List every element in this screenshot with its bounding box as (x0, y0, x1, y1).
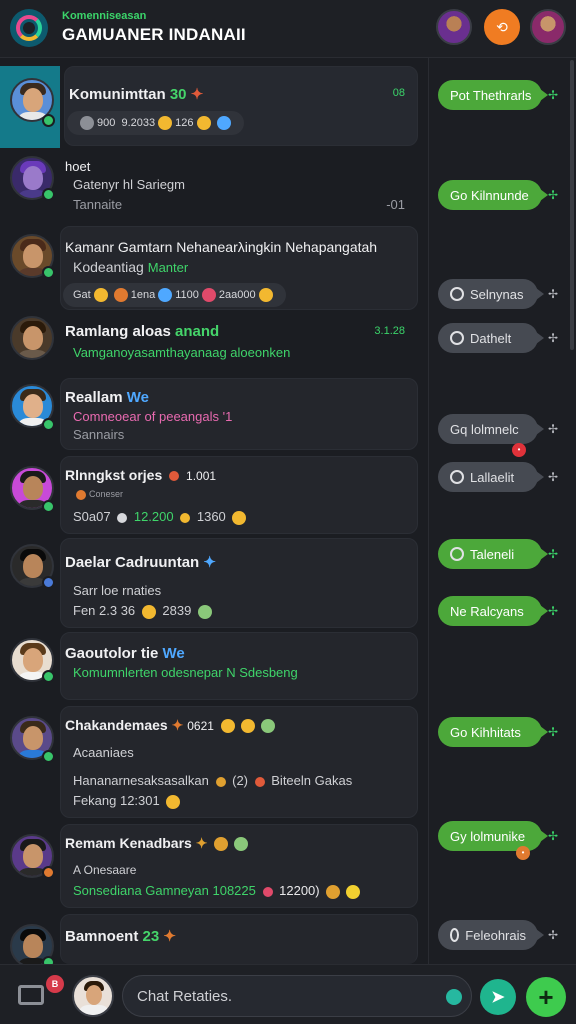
header-title: GAMUANER INDANAII (62, 25, 246, 44)
chat-name: Gaoutolor tie (65, 645, 159, 662)
reply-icon[interactable]: ✢ (548, 331, 558, 345)
chat-row[interactable]: Ramlang aloas anand 3.1.28 Vamganoyasamt… (0, 316, 424, 374)
profile-avatar-1[interactable] (436, 9, 472, 45)
chat-name: Rlnngkst orjes (65, 467, 163, 483)
unread-badge: B (46, 975, 64, 993)
verified-check-icon (42, 500, 55, 513)
chat-name-tag: We (126, 389, 149, 406)
chat-name-tag: anand (175, 323, 220, 340)
inbox-icon[interactable] (18, 985, 44, 1005)
verified-check-icon (42, 114, 55, 127)
chat-preview: Sannairs (73, 427, 125, 442)
notification-badge: • (512, 443, 526, 457)
reply-icon[interactable]: ✢ (548, 928, 558, 942)
scrollbar[interactable] (570, 60, 574, 350)
status-icon (42, 866, 55, 879)
quick-reply-pill[interactable]: Dathelt (438, 323, 544, 353)
reply-icon[interactable]: ✢ (548, 88, 558, 102)
chat-name-tag: We (162, 645, 185, 662)
chat-row[interactable]: Komunimttan 30 ✦ 08 900 9.2033 126 (0, 64, 424, 148)
chat-preview: Komumnlerten odesnepar N Sdesbeng (73, 665, 298, 680)
chat-name-tag: 30 (169, 86, 187, 103)
chat-preview: Comneoear of peeangals '1 (73, 409, 233, 424)
notification-badge: • (516, 846, 530, 860)
chat-row[interactable]: Kamanr Gamtarn Nehanearλingkin Nehapanga… (0, 226, 424, 312)
chat-name-tag: 0621 (187, 719, 214, 733)
chat-name: Komunimttan (69, 86, 166, 103)
emoji-icon[interactable] (446, 989, 462, 1005)
avatar[interactable] (72, 975, 114, 1017)
chat-row[interactable]: Reallam We Comneoear of peeangals '1 San… (0, 378, 424, 450)
quick-reply-pill[interactable]: Pot Thethrarls (438, 80, 548, 110)
reply-icon[interactable]: ✢ (548, 725, 558, 739)
avatar (10, 316, 54, 360)
chat-row[interactable]: hoet Gatenyr hl Sariegm Tannaite -01 (0, 150, 424, 226)
quick-reply-pill[interactable]: Go Kilnnunde (438, 180, 548, 210)
quick-reply-pill[interactable]: Selnynas (438, 279, 544, 309)
quick-reply-pill[interactable]: Lallaelit (438, 462, 544, 492)
chat-time: 3.1.28 (374, 325, 405, 337)
verified-check-icon (42, 266, 55, 279)
chat-preview: Acaaniaes (73, 745, 134, 760)
chat-preview: A Onesaare (73, 863, 137, 877)
verified-check-icon (42, 670, 55, 683)
verified-check-icon (42, 750, 55, 763)
chat-name: Bamnoent (65, 928, 139, 945)
header-subtitle: Komenniseasan (62, 10, 147, 22)
share-icon[interactable]: ⟲ (484, 9, 520, 45)
status-icon (42, 576, 55, 589)
chat-name: Ramlang aloas (65, 323, 171, 340)
quick-reply-pill[interactable]: Go Kihhitats (438, 717, 548, 747)
chat-preview: Vamganoyasamthayanaag aloeonken (73, 345, 291, 360)
chat-name-tag: 1.001 (186, 469, 217, 483)
plus-icon[interactable]: + (526, 977, 566, 1017)
chat-row[interactable]: Remam Kenadbars ✦ A Onesaare Sonsediana … (0, 824, 424, 910)
chat-row[interactable]: Rlnngkst orjes 1.001 Coneser S0a07 12.20… (0, 456, 424, 536)
chat-name: Chakandemaes (65, 717, 168, 733)
chat-preview: Coneser (89, 489, 124, 499)
reply-icon[interactable]: ✢ (548, 287, 558, 301)
profile-avatar-2[interactable] (530, 9, 566, 45)
quick-reply-pill[interactable]: Ne Ralcyans (438, 596, 548, 626)
reply-icon[interactable]: ✢ (548, 547, 558, 561)
send-icon[interactable]: ➤ (480, 979, 516, 1015)
chat-name-tag: 23 (142, 928, 160, 945)
chat-preview: Sarr loe rnaties (73, 583, 162, 598)
reply-icon[interactable]: ✢ (548, 829, 558, 843)
chat-row[interactable]: Gaoutolor tie We Komumnlerten odesnepar … (0, 632, 424, 702)
reply-icon[interactable]: ✢ (548, 188, 558, 202)
chat-meta: -01 (386, 197, 405, 212)
quick-reply-pill[interactable]: Taleneli (438, 539, 548, 569)
chat-name: Kamanr Gamtarn Nehanearλingkin Nehapanga… (65, 239, 378, 255)
app-header: Komenniseasan GAMUANER INDANAII ⟲ (0, 0, 576, 58)
chat-name: hoet (65, 159, 91, 174)
quick-reply-pill[interactable]: Gq lolmnelc (438, 414, 544, 444)
quick-reply-pill[interactable]: Feleohrais (438, 920, 544, 950)
chat-row[interactable]: Bamnoent 23 ✦ (0, 914, 424, 969)
chat-row[interactable]: Daelar Cadruuntan ✦ Sarr loe rnaties Fen… (0, 538, 424, 628)
reply-icon[interactable]: ✢ (548, 470, 558, 484)
chat-preview: Kodeantiag (73, 259, 144, 275)
chat-time: 08 (392, 87, 405, 99)
chat-reaction-bar: 900 9.2033 126 (67, 111, 244, 135)
chat-name: Reallam (65, 389, 123, 406)
chat-name: Remam Kenadbars (65, 835, 192, 851)
chat-input[interactable] (122, 975, 472, 1017)
chat-preview: Gatenyr hl Sariegm (73, 177, 185, 192)
chat-name: Daelar Cadruuntan (65, 554, 200, 571)
chat-row[interactable]: Chakandemaes ✦ 0621 Acaaniaes Hananarnes… (0, 706, 424, 818)
composer-bar: B ➤ + (0, 964, 576, 1024)
chat-preview-highlight: Manter (147, 260, 189, 275)
verified-check-icon (42, 418, 55, 431)
reply-icon[interactable]: ✢ (548, 422, 558, 436)
chat-preview: Tannaite (73, 197, 123, 212)
chat-reaction-bar: Gat 1ena 1100 2aa000 (63, 283, 286, 307)
reply-icon[interactable]: ✢ (548, 604, 558, 618)
verified-check-icon (42, 188, 55, 201)
app-logo-icon[interactable] (10, 9, 48, 47)
